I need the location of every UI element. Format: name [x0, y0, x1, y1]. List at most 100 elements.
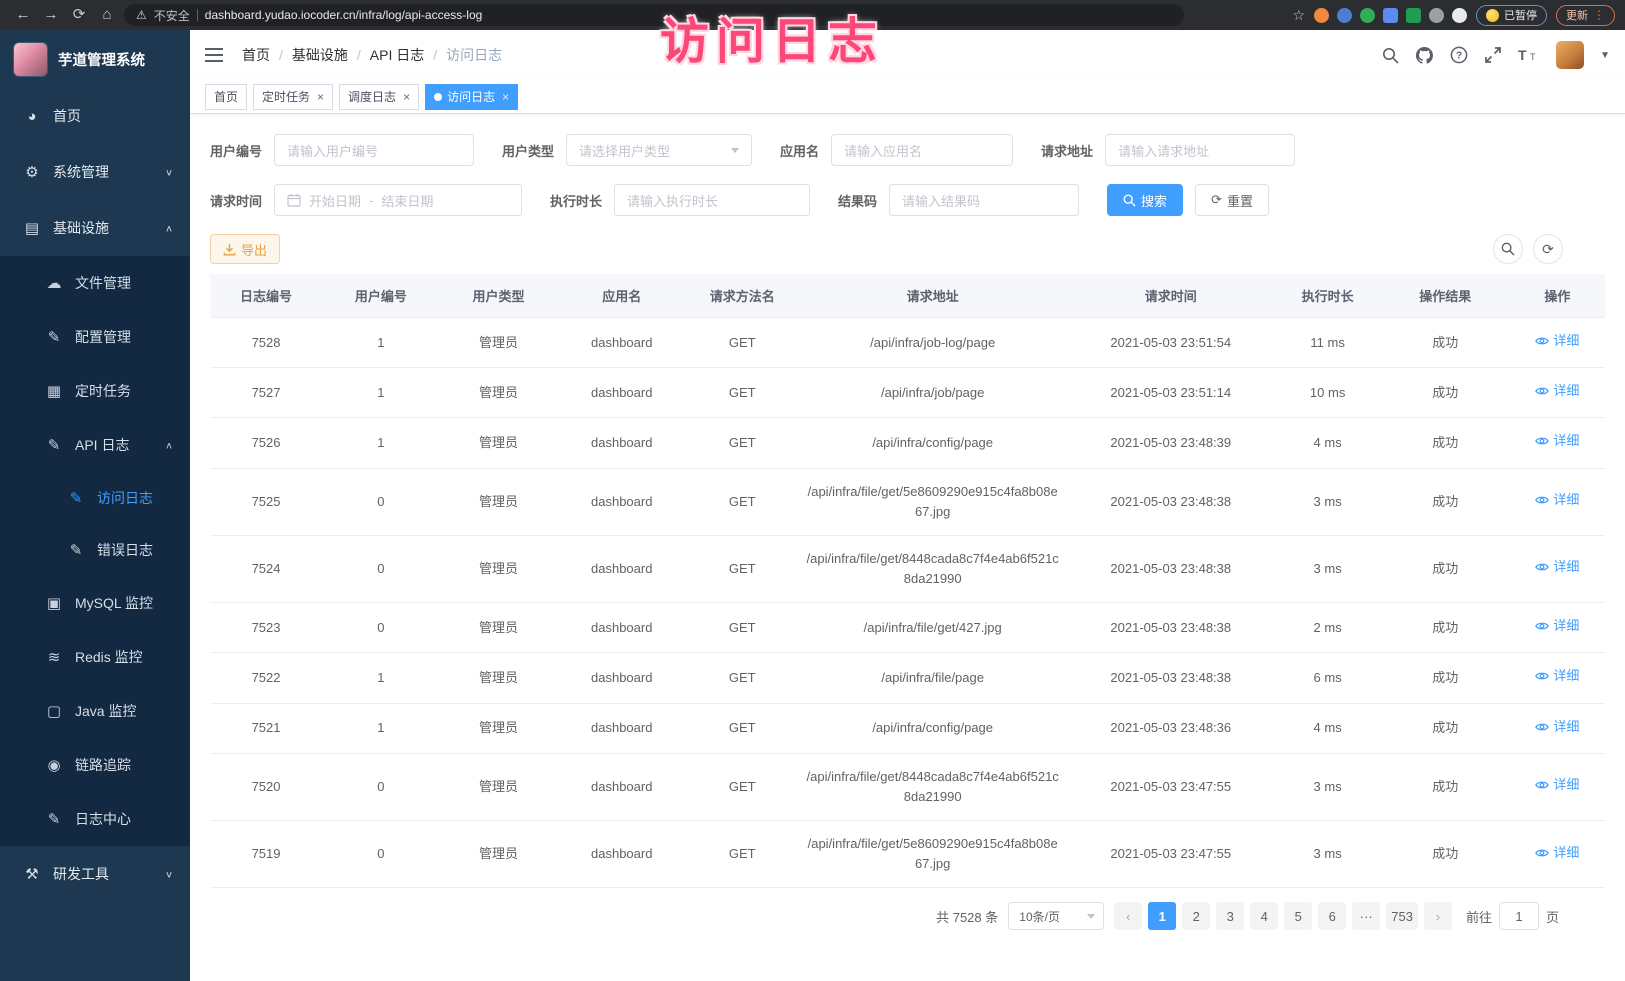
more-pages-icon[interactable]: ··· [1352, 902, 1380, 930]
tab-定时任务[interactable]: 定时任务 × [253, 84, 333, 110]
goto-suffix: 页 [1546, 907, 1559, 926]
page-button-1[interactable]: 1 [1148, 902, 1176, 930]
close-icon[interactable]: × [317, 90, 324, 104]
tab-访问日志[interactable]: 访问日志× [425, 84, 518, 110]
sidebar-item[interactable]: ◉链路追踪 [0, 738, 190, 792]
extension-translate-icon[interactable] [1406, 8, 1421, 23]
date-range-picker[interactable]: 开始日期 - 结束日期 [274, 184, 522, 216]
sidebar-item[interactable]: ☁文件管理 [0, 256, 190, 310]
extension-orange-icon[interactable] [1314, 8, 1329, 23]
address-bar[interactable]: ⚠ 不安全 dashboard.yudao.iocoder.cn/infra/l… [124, 4, 1184, 26]
export-button[interactable]: 导出 [210, 234, 280, 264]
export-button-label: 导出 [241, 240, 267, 259]
hamburger-icon[interactable] [205, 44, 227, 66]
sidebar-item[interactable]: ✎API 日志∧ [0, 418, 190, 472]
page-button-4[interactable]: 4 [1250, 902, 1278, 930]
app-logo[interactable]: 芋道管理系统 [0, 30, 190, 88]
sidebar-item[interactable]: ✎配置管理 [0, 310, 190, 364]
fullscreen-icon[interactable] [1484, 46, 1502, 64]
extension-shield-icon[interactable] [1337, 8, 1352, 23]
user-id-input[interactable]: 请输入用户编号 [274, 134, 474, 166]
detail-button[interactable]: 详细 [1535, 557, 1579, 577]
result-code-input[interactable]: 请输入结果码 [889, 184, 1079, 216]
cell-time: 2021-05-03 23:48:36 [1067, 703, 1274, 753]
sidebar-item[interactable]: ▤基础设施∧ [0, 200, 190, 256]
user-type-select[interactable]: 请选择用户类型 [566, 134, 752, 166]
sidebar-item[interactable]: ▣MySQL 监控 [0, 576, 190, 630]
browser-back-icon[interactable]: ← [10, 3, 36, 27]
page-size-select[interactable]: 10条/页 [1008, 902, 1104, 930]
close-icon[interactable]: × [403, 90, 410, 104]
page-content: 用户编号 请输入用户编号 用户类型 请选择用户类型 应用名 请输入应用名 请求地… [190, 114, 1625, 981]
breadcrumb-item[interactable]: 首页 [242, 45, 270, 65]
page-button-3[interactable]: 3 [1216, 902, 1244, 930]
sidebar-item[interactable]: ⚒研发工具∨ [0, 846, 190, 902]
update-button[interactable]: 更新 ⋮ [1556, 5, 1615, 26]
app-name-input[interactable]: 请输入应用名 [831, 134, 1013, 166]
page-button-753[interactable]: 753 [1386, 902, 1418, 930]
close-icon[interactable]: × [502, 90, 509, 104]
table-search-toggle-button[interactable] [1493, 234, 1523, 264]
extension-pin-icon[interactable] [1452, 8, 1467, 23]
sidebar-item[interactable]: ◕首页 [0, 88, 190, 144]
header-search-icon[interactable] [1382, 47, 1399, 64]
help-icon[interactable]: ? [1450, 46, 1468, 64]
page-button-5[interactable]: 5 [1284, 902, 1312, 930]
cell-time: 2021-05-03 23:47:55 [1067, 753, 1274, 820]
chevron-down-icon: ∨ [165, 868, 173, 879]
reset-button[interactable]: ⟳ 重置 [1195, 184, 1269, 216]
page-button-6[interactable]: 6 [1318, 902, 1346, 930]
detail-button[interactable]: 详细 [1535, 490, 1579, 510]
duration-input[interactable]: 请输入执行时长 [614, 184, 810, 216]
detail-button[interactable]: 详细 [1535, 331, 1579, 351]
duration-placeholder: 请输入执行时长 [627, 191, 718, 210]
request-url-input[interactable]: 请输入请求地址 [1105, 134, 1295, 166]
cell-method: GET [686, 703, 798, 753]
sidebar-item[interactable]: ✎错误日志 [0, 524, 190, 576]
page-button-2[interactable]: 2 [1182, 902, 1210, 930]
tab-调度日志[interactable]: 调度日志× [339, 84, 419, 110]
breadcrumb-item[interactable]: API 日志 [370, 45, 424, 65]
detail-button[interactable]: 详细 [1535, 775, 1579, 795]
sidebar-item[interactable]: ▦定时任务 [0, 364, 190, 418]
prev-page-button[interactable]: ‹ [1114, 902, 1142, 930]
detail-button[interactable]: 详细 [1535, 381, 1579, 401]
eye-icon [1535, 778, 1549, 792]
next-page-button[interactable]: › [1424, 902, 1452, 930]
breadcrumb-item[interactable]: 基础设施 [292, 45, 348, 65]
avatar-caret-icon[interactable]: ▼ [1600, 50, 1610, 61]
top-navbar: 首页/基础设施/API 日志/访问日志 ? TT ▼ [190, 30, 1625, 80]
font-size-icon[interactable]: TT [1518, 47, 1540, 63]
browser-forward-icon[interactable]: → [38, 3, 64, 27]
sidebar-item[interactable]: ▢Java 监控 [0, 684, 190, 738]
sidebar-item[interactable]: ✎日志中心 [0, 792, 190, 846]
table-row: 75240管理员dashboardGET/api/infra/file/get/… [210, 535, 1605, 602]
extension-blue-grid-icon[interactable] [1383, 8, 1398, 23]
extension-green-circle-icon[interactable] [1360, 8, 1375, 23]
sidebar-item[interactable]: ✎访问日志 [0, 472, 190, 524]
detail-button[interactable]: 详细 [1535, 616, 1579, 636]
paused-badge[interactable]: 已暂停 [1476, 5, 1547, 26]
github-icon[interactable] [1415, 46, 1434, 65]
sidebar-item[interactable]: ⚙系统管理∨ [0, 144, 190, 200]
bookmark-star-icon[interactable]: ☆ [1292, 7, 1305, 24]
table-row: 75190管理员dashboardGET/api/infra/file/get/… [210, 821, 1605, 888]
table-refresh-button[interactable]: ⟳ [1533, 234, 1563, 264]
browser-menu-icon[interactable]: ⋮ [1593, 8, 1605, 22]
sidebar-item[interactable]: ≋Redis 监控 [0, 630, 190, 684]
user-avatar[interactable] [1556, 41, 1584, 69]
tab-首页[interactable]: 首页 [205, 84, 247, 110]
detail-button[interactable]: 详细 [1535, 431, 1579, 451]
browser-home-icon[interactable]: ⌂ [94, 3, 120, 27]
detail-button[interactable]: 详细 [1535, 666, 1579, 686]
goto-page-input[interactable]: 1 [1499, 902, 1539, 930]
detail-button[interactable]: 详细 [1535, 717, 1579, 737]
cell-log-id: 7519 [210, 821, 322, 888]
browser-reload-icon[interactable]: ⟳ [66, 3, 92, 27]
search-button[interactable]: 搜索 [1107, 184, 1183, 216]
cell-user-id: 0 [322, 821, 440, 888]
detail-button[interactable]: 详细 [1535, 843, 1579, 863]
cell-action: 详细 [1510, 603, 1605, 653]
tab-label: 定时任务 [262, 88, 310, 105]
extension-gray-icon[interactable] [1429, 8, 1444, 23]
